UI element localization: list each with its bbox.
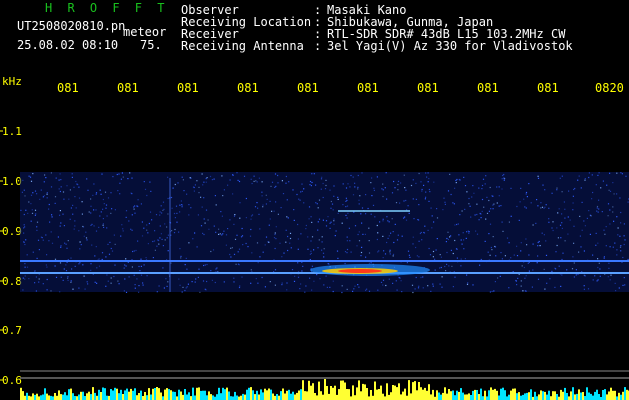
- time-tick-label: 0820: [595, 81, 624, 95]
- time-tick-label: 081: [417, 81, 439, 95]
- time-tick-label: 081: [177, 81, 199, 95]
- time-tick-label: 081: [237, 81, 259, 95]
- kind-label: meteor: [123, 25, 167, 39]
- time-tick-label: 081: [537, 81, 559, 95]
- meteor-echo-core: [338, 269, 382, 273]
- time-tick-label: 081: [117, 81, 139, 95]
- signal-level-graph: [20, 379, 629, 400]
- spectrogram-plot: [0, 130, 629, 400]
- filename-label: UT2508020810.pn: [17, 19, 126, 33]
- speed-label: 75.: [140, 38, 162, 52]
- header-antenna-label: Receiving Antenna: [181, 39, 304, 53]
- khz-unit-label: kHz: [2, 75, 22, 88]
- time-tick-label: 081: [57, 81, 79, 95]
- header-antenna-value: 3el Yagi(V) Az 330 for Vladivostok: [327, 39, 573, 53]
- time-tick-label: 081: [477, 81, 499, 95]
- header-antenna-colon: :: [314, 39, 322, 53]
- datetime-label: 25.08.02 08:10: [17, 38, 119, 52]
- time-tick-label: 081: [357, 81, 379, 95]
- brand-label: H R O F F T: [45, 1, 169, 15]
- time-tick-label: 081: [297, 81, 319, 95]
